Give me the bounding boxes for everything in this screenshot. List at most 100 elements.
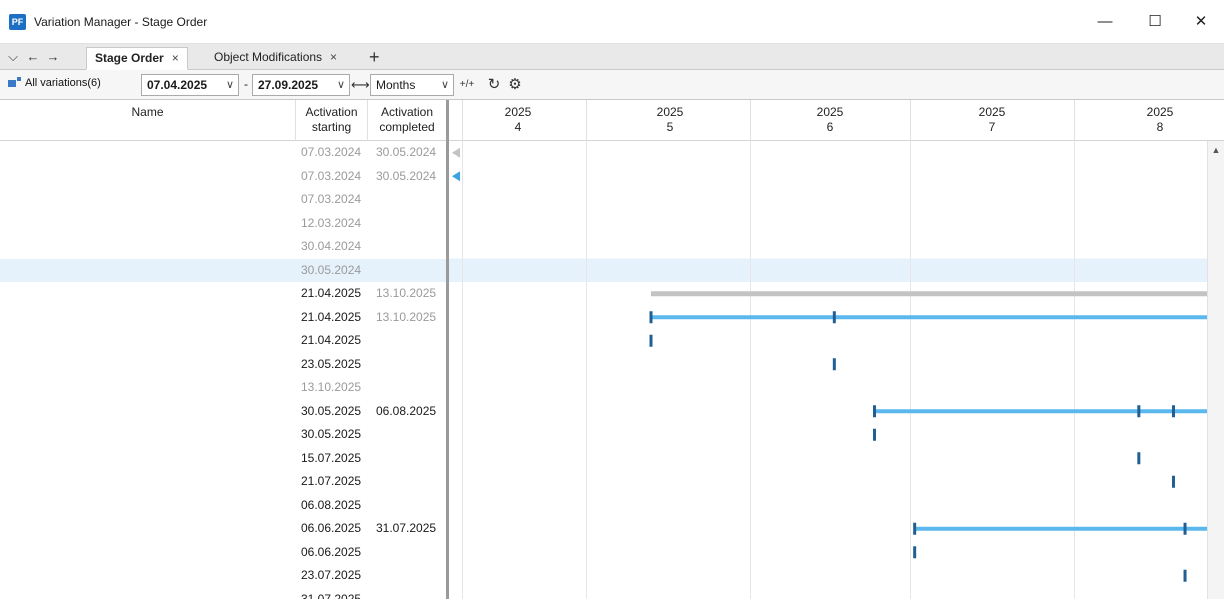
activation-starting-cell: 15.07.2025 <box>301 450 362 465</box>
refresh-icon[interactable]: ↻ <box>484 74 504 96</box>
activation-starting-cell: 31.07.2025 <box>301 591 362 599</box>
gantt-stage-milestone <box>913 522 917 535</box>
activation-completed-cell: 30.05.2024 <box>376 168 437 183</box>
column-header-activation-starting[interactable]: Activation starting <box>296 100 368 141</box>
chevron-down-icon[interactable]: ∨ <box>337 75 345 95</box>
timeline-header-divider <box>586 100 587 141</box>
time-scale-select[interactable]: Months ∨ <box>370 74 454 96</box>
close-tab-icon[interactable]: × <box>330 50 337 64</box>
timeline-month-label: 8 <box>1156 120 1164 134</box>
gantt-stage-marker <box>832 358 836 371</box>
gantt-folder-bar <box>651 291 1207 297</box>
tab-object-modifications[interactable]: Object Modifications × <box>206 47 345 70</box>
tab-stage-order[interactable]: Stage Order × <box>86 47 188 70</box>
tree-stage-row[interactable]: Stage 3 - Transformer commissi...21.07.2… <box>0 470 446 494</box>
tree-stage-row[interactable]: Stage 2 - NE_03 new bay12.03.2024 <box>0 212 446 236</box>
column-header-name-label: Name <box>131 105 164 119</box>
vertical-scrollbar[interactable]: ▲ <box>1207 141 1224 599</box>
tree-folder-row[interactable]: ∨202521.04.202513.10.2025 <box>0 282 446 306</box>
tree-project-row[interactable]: ∨P25003 - NW_01 reinforcement phas...06.… <box>0 517 446 541</box>
minimize-button[interactable]: — <box>1082 8 1128 36</box>
close-window-button[interactable]: ✕ <box>1178 8 1224 36</box>
gantt-stage-milestone <box>873 405 877 418</box>
column-header-activation-completed[interactable]: Activation completed <box>368 100 446 141</box>
timeline-month-label: 5 <box>666 120 674 134</box>
tree-stage-row[interactable]: Stage 2 - Decomm NE_G723.05.2025 <box>0 353 446 377</box>
timeline-year-label: 2025 <box>816 105 844 119</box>
gear-icon[interactable]: ⚙ <box>505 74 525 96</box>
timeline-year-label: 2025 <box>656 105 684 119</box>
tree-stage-row[interactable]: Stage 1 - New section switch an...06.06.… <box>0 541 446 565</box>
tab-label: Object Modifications <box>214 50 323 64</box>
tree-stage-row[interactable]: Stage 3 - Decommission compe...13.10.202… <box>0 376 446 400</box>
grid-header: Name Activation starting Activation comp… <box>0 100 1224 141</box>
variation-filter-icon <box>8 77 22 89</box>
variation-filter-label: All variations(6) <box>25 77 101 89</box>
date-from-value: 07.04.2025 <box>147 78 208 92</box>
gantt-stage-milestone <box>1171 405 1175 418</box>
tree-project-row[interactable]: ∨P25001 - Decommission nuclear pha...21.… <box>0 306 446 330</box>
activation-starting-cell: 30.05.2024 <box>301 262 362 277</box>
tree-stage-row[interactable]: Stage 3 - New Line NE-SW_L230.04.2024 <box>0 235 446 259</box>
offscreen-left-marker-gray <box>452 147 460 158</box>
chevron-down-icon[interactable]: ∨ <box>226 75 234 95</box>
add-tab-button[interactable]: + <box>369 46 380 68</box>
tree-stage-row[interactable]: Stage 4 - Fair Water wind conne...06.08.… <box>0 494 446 518</box>
tree-project-row[interactable]: ∨P25002 - Fair Water Wind Farm30.05.2025… <box>0 400 446 424</box>
fit-range-icon[interactable]: ⟷ <box>351 74 370 96</box>
link-stages-icon[interactable]: +/+ <box>455 74 479 96</box>
gantt-stage-marker <box>1183 569 1187 582</box>
gantt-stage-marker <box>649 334 653 347</box>
tree-stage-row[interactable]: Stage 4 - NE-SW_L1 parallel cct30.05.202… <box>0 258 446 282</box>
app-logo-icon: PF <box>9 14 26 30</box>
tree-stage-row[interactable]: Stage 2 - Addition of bays23.07.2025 <box>0 564 446 588</box>
tree-stage-row[interactable]: Stage 1 - SW_01 new bay07.03.2024 <box>0 188 446 212</box>
gantt-stage-milestone <box>1137 405 1141 418</box>
activation-starting-cell: 13.10.2025 <box>301 380 362 394</box>
scroll-up-icon[interactable]: ▲ <box>1208 141 1224 159</box>
maximize-button[interactable]: ☐ <box>1132 8 1178 36</box>
activation-completed-cell: 30.05.2024 <box>376 145 437 159</box>
timeline-header-divider <box>750 100 751 141</box>
date-to-picker[interactable]: 27.09.2025 ∨ <box>252 74 350 96</box>
activation-completed-cell: 31.07.2025 <box>376 521 437 535</box>
tree-stage-row[interactable]: Stage 2 - 220 kV substation15.07.2025 <box>0 447 446 471</box>
gantt-selected-row <box>449 258 1207 282</box>
back-arrow-icon[interactable]: ← <box>24 46 42 68</box>
activation-starting-cell: 07.03.2024 <box>301 145 362 159</box>
column-header-line: Activation <box>305 105 358 119</box>
timeline-month-header: 2025 4 <box>478 100 558 141</box>
chevron-down-icon[interactable]: ∨ <box>441 75 449 95</box>
forward-arrow-icon[interactable]: → <box>44 46 62 68</box>
timeline-header-divider <box>1074 100 1075 141</box>
tree-stage-row[interactable]: Stage 1 - Reactor decomm load21.04.2025 <box>0 329 446 353</box>
gantt-stage-marker <box>873 428 877 441</box>
timeline-header-divider <box>462 100 463 141</box>
gantt-stage-milestone <box>1183 522 1187 535</box>
activation-completed-cell: 06.08.2025 <box>376 403 437 418</box>
offscreen-left-marker-blue <box>452 171 460 182</box>
activation-completed-cell: 13.10.2025 <box>376 286 437 300</box>
tree-project-row[interactable]: ∨P24001 - South West reinforcement07.03.… <box>0 165 446 189</box>
variation-filter-button[interactable]: All variations(6) <box>8 77 101 89</box>
tab-bar: ⌵ ← → Stage Order × Object Modifications ×… <box>0 44 1224 70</box>
tree-stage-row[interactable]: Stage 1 - NE_04 extension30.05.2025 <box>0 423 446 447</box>
activation-starting-cell: 12.03.2024 <box>301 215 362 230</box>
gantt-chart <box>449 141 1207 599</box>
activation-starting-cell: 23.05.2025 <box>301 356 362 371</box>
close-tab-icon[interactable]: × <box>172 51 179 65</box>
column-header-line: Activation <box>380 105 434 119</box>
activation-starting-cell: 07.03.2024 <box>301 168 362 183</box>
tree-stage-row[interactable]: Stage 3 - Transfer PV gen to new ...31.0… <box>0 588 446 599</box>
gantt-stage-marker <box>913 546 917 559</box>
activation-starting-cell: 07.03.2024 <box>301 192 362 206</box>
gantt-stage-marker <box>1137 452 1141 465</box>
timeline-header-divider <box>910 100 911 141</box>
tab-menu-chevron-icon[interactable]: ⌵ <box>4 46 22 68</box>
activation-starting-cell: 23.07.2025 <box>301 568 362 582</box>
gantt-stage-marker <box>1171 475 1175 488</box>
activation-completed-cell: 13.10.2025 <box>376 309 437 324</box>
column-header-name[interactable]: Name <box>0 100 296 141</box>
tree-folder-row[interactable]: ∨202407.03.202430.05.2024 <box>0 141 446 165</box>
date-from-picker[interactable]: 07.04.2025 ∨ <box>141 74 239 96</box>
